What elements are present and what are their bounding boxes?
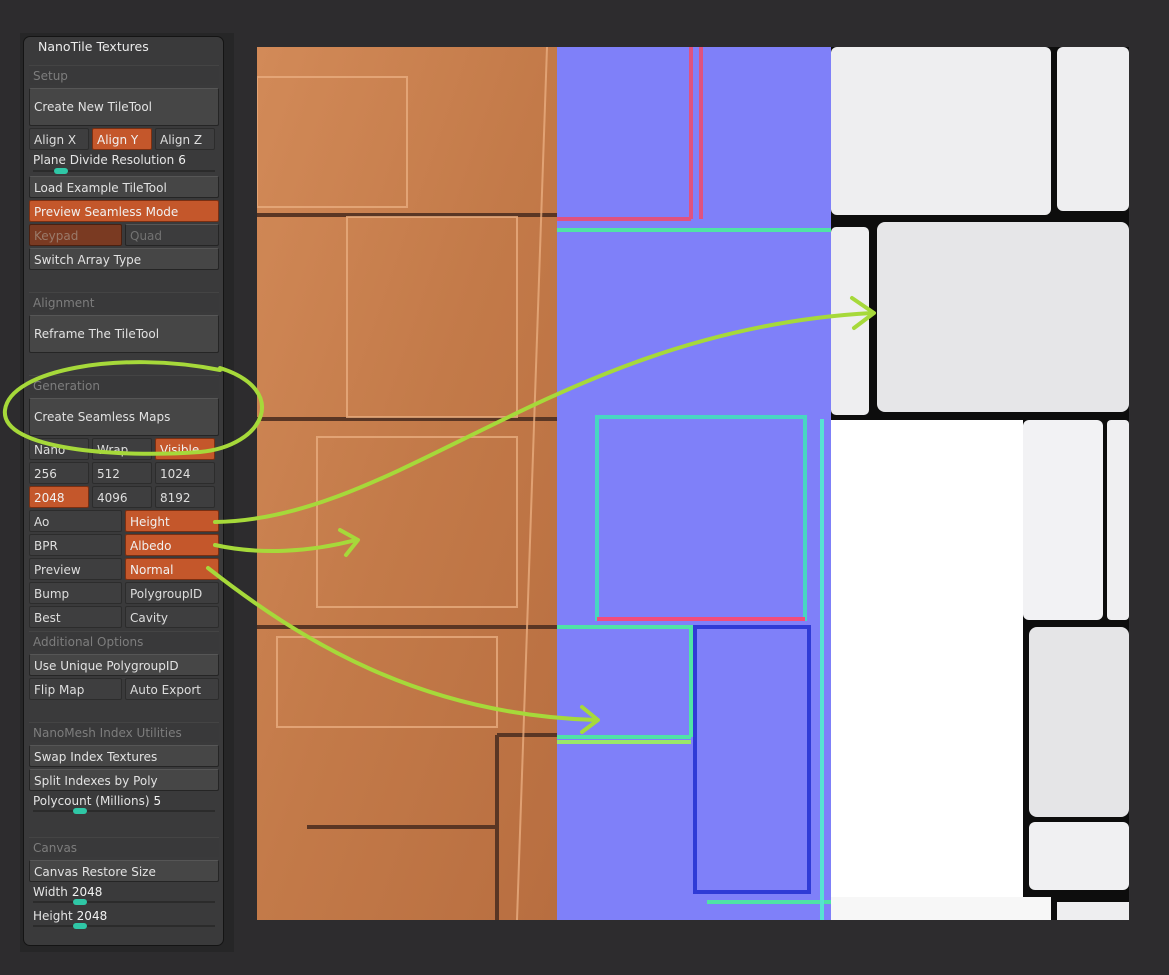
width-track[interactable] [33,901,215,903]
use-unique-polygroupid-button[interactable]: Use Unique PolygroupID [29,654,219,676]
height-knob[interactable] [73,923,87,929]
quad-button[interactable]: Quad [125,224,219,246]
size-2048-button[interactable]: 2048 [29,486,89,508]
canvas-restore-size-button[interactable]: Canvas Restore Size [29,860,219,882]
polycount-track[interactable] [33,810,215,812]
mode-visible-button[interactable]: Visible [155,438,215,460]
keypad-button[interactable]: Keypad [29,224,122,246]
map-normal-toggle[interactable]: Normal [125,558,219,580]
height-value: 2048 [76,909,108,923]
width-label: Width [33,885,68,899]
size-8192-button[interactable]: 8192 [155,486,215,508]
width-knob[interactable] [73,899,87,905]
plane-divide-knob[interactable] [54,168,68,174]
texture-viewport[interactable] [257,47,1129,920]
map-polygroupid-toggle[interactable]: PolygroupID [125,582,219,604]
preview-seamless-button[interactable]: Preview Seamless Mode [29,200,219,222]
section-alignment[interactable]: Alignment [29,292,219,312]
create-new-tiletool-button[interactable]: Create New TileTool [29,88,219,126]
align-x-button[interactable]: Align X [29,128,89,150]
split-indexes-button[interactable]: Split Indexes by Poly [29,769,219,791]
section-canvas[interactable]: Canvas [29,837,219,857]
height-slider[interactable]: Height 2048 [33,909,107,923]
albedo-map [257,47,557,920]
plane-divide-label: Plane Divide Resolution [33,153,175,167]
flip-map-toggle[interactable]: Flip Map [29,678,122,700]
create-seamless-maps-button[interactable]: Create Seamless Maps [29,398,219,436]
align-z-button[interactable]: Align Z [155,128,215,150]
map-height-toggle[interactable]: Height [125,510,219,532]
polycount-label: Polycount (Millions) [33,794,150,808]
width-value: 2048 [71,885,103,899]
nanotile-textures-panel: NanoTile Textures Setup Create New TileT… [23,36,224,946]
size-256-button[interactable]: 256 [29,462,89,484]
polycount-knob[interactable] [73,808,87,814]
size-1024-button[interactable]: 1024 [155,462,215,484]
switch-array-type-button[interactable]: Switch Array Type [29,248,219,270]
normal-map [557,47,831,920]
section-generation[interactable]: Generation [29,375,219,395]
load-example-button[interactable]: Load Example TileTool [29,176,219,198]
section-additional-options[interactable]: Additional Options [29,631,219,651]
mode-nano-button[interactable]: Nano [29,438,89,460]
section-setup[interactable]: Setup [29,65,219,85]
height-label: Height [33,909,73,923]
map-albedo-toggle[interactable]: Albedo [125,534,219,556]
mode-wrap-button[interactable]: Wrap [92,438,152,460]
height-track[interactable] [33,925,215,927]
map-cavity-toggle[interactable]: Cavity [125,606,219,628]
width-slider[interactable]: Width 2048 [33,885,102,899]
map-bpr-toggle[interactable]: BPR [29,534,122,556]
map-ao-toggle[interactable]: Ao [29,510,122,532]
plane-divide-value: 6 [178,153,186,167]
polycount-slider[interactable]: Polycount (Millions) 5 [33,794,161,808]
reframe-tiletool-button[interactable]: Reframe The TileTool [29,315,219,353]
size-4096-button[interactable]: 4096 [92,486,152,508]
plane-divide-slider[interactable]: Plane Divide Resolution 6 [33,153,186,167]
map-bump-toggle[interactable]: Bump [29,582,122,604]
polycount-value: 5 [153,794,162,808]
height-map [831,47,1129,920]
map-preview-toggle[interactable]: Preview [29,558,122,580]
size-512-button[interactable]: 512 [92,462,152,484]
align-y-button[interactable]: Align Y [92,128,152,150]
auto-export-toggle[interactable]: Auto Export [125,678,219,700]
map-best-toggle[interactable]: Best [29,606,122,628]
swap-index-textures-button[interactable]: Swap Index Textures [29,745,219,767]
panel-title: NanoTile Textures [38,39,149,54]
section-nanomesh-index-utilities[interactable]: NanoMesh Index Utilities [29,722,219,742]
